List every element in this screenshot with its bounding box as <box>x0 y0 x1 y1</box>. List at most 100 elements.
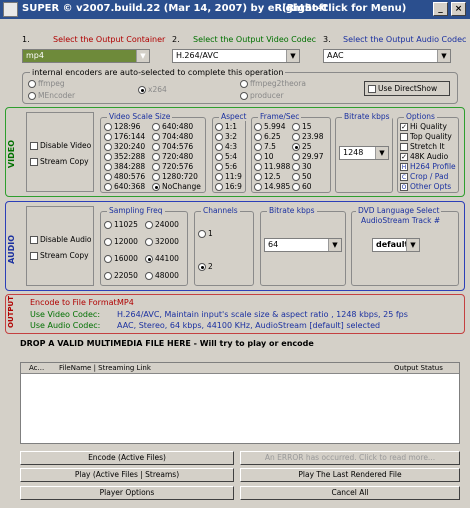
drop-hint: DROP A VALID MULTIMEDIA FILE HERE - Will… <box>20 339 314 348</box>
fps-option[interactable]: 29.97 <box>292 152 323 161</box>
step-3-number: 3. <box>323 35 331 44</box>
fps-option[interactable]: 10 <box>254 152 274 161</box>
scale-size-option[interactable]: 640:480 <box>152 122 193 131</box>
video-codec-select[interactable]: H.264/AVC ▼ <box>172 49 300 63</box>
fps-option[interactable]: 7.5 <box>254 142 276 151</box>
scale-size-option[interactable]: 352:288 <box>104 152 145 161</box>
cancel-all-button[interactable]: Cancel All <box>240 486 460 500</box>
scale-size-option[interactable]: 1280:720 <box>152 172 198 181</box>
fps-option[interactable]: 23.98 <box>292 132 323 141</box>
col-output-status[interactable]: Output Status <box>394 363 443 373</box>
fps-option[interactable]: 12.5 <box>254 172 281 181</box>
scale-size-option[interactable]: 720:576 <box>152 162 193 171</box>
chevron-down-icon: ▼ <box>375 147 388 159</box>
sampling-freq-option[interactable]: 24000 <box>145 220 179 229</box>
video-quality-option[interactable]: ✓ Hi Quality <box>400 122 447 131</box>
encode-button[interactable]: Encode (Active Files) <box>20 451 234 465</box>
fps-option[interactable]: 15 <box>292 122 312 131</box>
video-stream-copy-checkbox[interactable]: Stream Copy <box>30 157 89 166</box>
aspect-option[interactable]: 11:9 <box>215 172 242 181</box>
sampling-freq-option[interactable]: 12000 <box>104 237 138 246</box>
scale-size-option[interactable]: 704:480 <box>152 132 193 141</box>
fps-option[interactable]: 50 <box>292 172 312 181</box>
play-button[interactable]: Play (Active Files | Streams) <box>20 468 234 482</box>
aspect-option[interactable]: 5:6 <box>215 162 237 171</box>
aspect-option[interactable]: 5:4 <box>215 152 237 161</box>
fps-option[interactable]: 14.985 <box>254 182 290 191</box>
aspect-option[interactable]: 16:9 <box>215 182 242 191</box>
fps-option[interactable]: 6.25 <box>254 132 281 141</box>
sampling-freq-label: 48000 <box>155 271 179 280</box>
scale-size-option[interactable]: 720:480 <box>152 152 193 161</box>
audio-codec-select[interactable]: AAC ▼ <box>323 49 451 63</box>
radio-icon <box>254 123 262 131</box>
sampling-freq-option[interactable]: 48000 <box>145 271 179 280</box>
file-list-header: Ac... FileName | Streaming Link Output S… <box>21 363 459 374</box>
h264-profile-button[interactable]: H H264 Profile <box>400 162 456 171</box>
col-filename[interactable]: FileName | Streaming Link <box>59 363 151 373</box>
scale-size-option[interactable]: 480:576 <box>104 172 145 181</box>
fps-option[interactable]: 5.994 <box>254 122 285 131</box>
minimize-button[interactable]: _ <box>433 2 448 16</box>
scale-size-option[interactable]: NoChange <box>152 182 201 191</box>
sampling-freq-option[interactable]: 16000 <box>104 254 138 263</box>
aspect-option[interactable]: 1:1 <box>215 122 237 131</box>
scale-size-option[interactable]: 640:368 <box>104 182 145 191</box>
fps-label: 50 <box>302 172 312 181</box>
sampling-freq-option[interactable]: 11025 <box>104 220 138 229</box>
video-quality-option[interactable]: Top Quality <box>400 132 452 141</box>
fps-option[interactable]: 25 <box>292 142 312 151</box>
encoder-ffmpeg-label: ffmpeg <box>38 79 65 88</box>
dvd-track-select[interactable]: default ▼ <box>372 238 420 252</box>
radio-icon <box>145 255 153 263</box>
output-section-label: OUTPUT <box>7 296 15 328</box>
other-opts-button[interactable]: O Other Opts <box>400 182 451 191</box>
radio-icon <box>104 238 112 246</box>
fps-option[interactable]: 11.988 <box>254 162 290 171</box>
scale-size-option[interactable]: 384:288 <box>104 162 145 171</box>
scale-size-option[interactable]: 320:240 <box>104 142 145 151</box>
video-bitrate-select[interactable]: 1248 ▼ <box>339 146 389 160</box>
aspect-option[interactable]: 3:2 <box>215 132 237 141</box>
disable-video-checkbox[interactable]: Disable Video <box>30 141 91 150</box>
use-directshow-checkbox[interactable]: Use DirectShow <box>364 81 450 96</box>
close-button[interactable]: × <box>451 2 466 16</box>
radio-icon <box>104 173 112 181</box>
aspect-label: 11:9 <box>225 172 242 181</box>
audio-stream-copy-checkbox[interactable]: Stream Copy <box>30 251 89 260</box>
radio-icon <box>215 133 223 141</box>
container-select[interactable]: mp4 ▼ <box>22 49 150 63</box>
radio-icon <box>254 173 262 181</box>
disable-audio-label: Disable Audio <box>40 235 92 244</box>
fps-option[interactable]: 60 <box>292 182 312 191</box>
error-button[interactable]: An ERROR has occurred. Click to read mor… <box>240 451 460 465</box>
aspect-option[interactable]: 4:3 <box>215 142 237 151</box>
fps-title: Frame/Sec <box>258 112 302 121</box>
channel-1-option[interactable]: 1 <box>198 229 213 238</box>
checkbox-icon <box>400 143 408 151</box>
file-list[interactable]: Ac... FileName | Streaming Link Output S… <box>20 362 460 444</box>
scale-size-option[interactable]: 704:576 <box>152 142 193 151</box>
video-quality-label: 48K Audio <box>410 152 449 161</box>
video-quality-option[interactable]: Stretch It <box>400 142 445 151</box>
crop-pad-button[interactable]: C Crop / Pad <box>400 172 448 181</box>
sampling-freq-option[interactable]: 22050 <box>104 271 138 280</box>
play-last-button[interactable]: Play The Last Rendered File <box>240 468 460 482</box>
video-stream-copy-label: Stream Copy <box>40 157 89 166</box>
chevron-down-icon: ▼ <box>286 50 299 62</box>
scale-size-option[interactable]: 128:96 <box>104 122 140 131</box>
radio-icon <box>104 221 112 229</box>
video-quality-option[interactable]: ✓ 48K Audio <box>400 152 448 161</box>
sampling-freq-option[interactable]: 44100 <box>145 254 179 263</box>
sampling-freq-option[interactable]: 32000 <box>145 237 179 246</box>
sampling-freq-label: 16000 <box>114 254 138 263</box>
audio-bitrate-select[interactable]: 64 ▼ <box>264 238 342 252</box>
player-options-button[interactable]: Player Options <box>20 486 234 500</box>
fps-option[interactable]: 30 <box>292 162 312 171</box>
channel-2-option[interactable]: 2 <box>198 262 213 271</box>
app-icon[interactable] <box>3 2 18 17</box>
col-active[interactable]: Ac... <box>29 363 44 373</box>
scale-size-label: 640:480 <box>162 122 194 131</box>
disable-audio-checkbox[interactable]: Disable Audio <box>30 235 92 244</box>
scale-size-option[interactable]: 176:144 <box>104 132 145 141</box>
